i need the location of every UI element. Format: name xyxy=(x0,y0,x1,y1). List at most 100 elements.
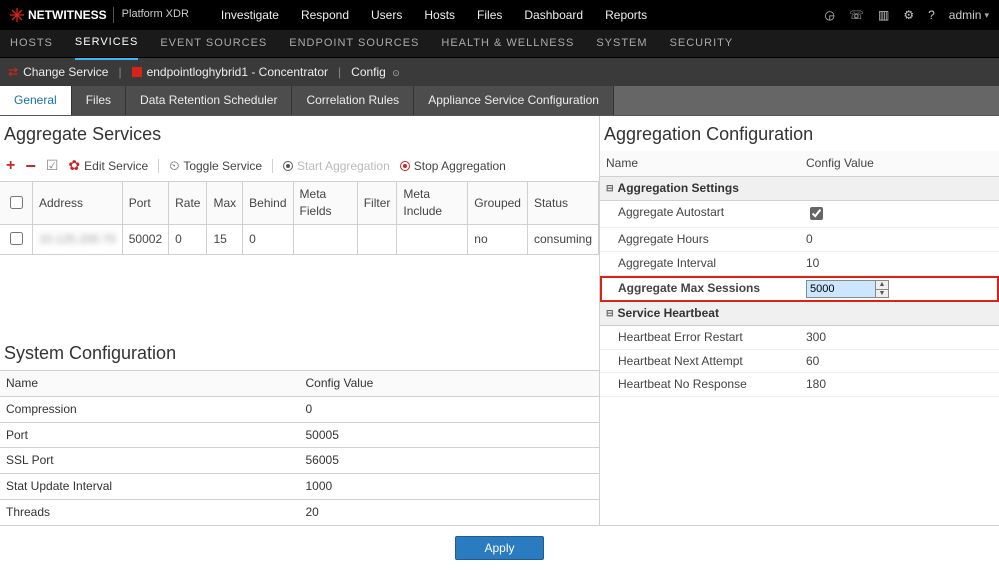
jobs-icon[interactable]: ◶ xyxy=(824,7,834,24)
cfg-row[interactable]: Heartbeat Next Attempt 60 xyxy=(600,350,999,374)
stop-aggregation-button[interactable]: Stop Aggregation xyxy=(400,158,506,175)
tools-icon[interactable]: ⚙ xyxy=(903,7,914,24)
tab-data-retention[interactable]: Data Retention Scheduler xyxy=(126,86,292,115)
cfg-value: 60 xyxy=(806,353,993,370)
col-meta-fields[interactable]: Meta Fields xyxy=(293,182,357,224)
sys-value: 56005 xyxy=(300,448,600,474)
group-aggregation-settings[interactable]: ⊟ Aggregation Settings xyxy=(600,177,999,201)
aggregation-config-title: Aggregation Configuration xyxy=(604,122,999,147)
tab-general[interactable]: General xyxy=(0,86,72,115)
cell-filter xyxy=(357,224,397,254)
col-port[interactable]: Port xyxy=(122,182,168,224)
apply-button[interactable]: Apply xyxy=(455,536,543,560)
tab-appliance-service-config[interactable]: Appliance Service Configuration xyxy=(414,86,614,115)
nav-users[interactable]: Users xyxy=(371,7,402,24)
col-address[interactable]: Address xyxy=(33,182,123,224)
cfg-row[interactable]: Heartbeat Error Restart 300 xyxy=(600,326,999,350)
aggregate-max-sessions-spinner[interactable]: ▲▼ xyxy=(806,280,889,298)
cell-max: 15 xyxy=(207,224,243,254)
table-row[interactable]: 10.125.200.70 50002 0 15 0 no consuming xyxy=(0,224,599,254)
subnav-hosts[interactable]: HOSTS xyxy=(10,29,53,58)
main-split: Aggregate Services + − ☑ ✿Edit Service ⏲… xyxy=(0,116,999,526)
subnav-health[interactable]: HEALTH & WELLNESS xyxy=(441,29,574,58)
col-status[interactable]: Status xyxy=(527,182,598,224)
breadcrumb: ⇄ Change Service | endpointloghybrid1 - … xyxy=(0,58,999,86)
notifications-icon[interactable]: ☏ xyxy=(849,7,864,24)
sys-row[interactable]: Compression0 xyxy=(0,396,599,422)
subnav-security[interactable]: SECURITY xyxy=(670,29,734,58)
row-checkbox[interactable] xyxy=(10,232,23,245)
col-meta-include[interactable]: Meta Include xyxy=(397,182,468,224)
nav-reports[interactable]: Reports xyxy=(605,7,647,24)
edit-service-label: Edit Service xyxy=(84,158,148,175)
sys-name: Stat Update Interval xyxy=(0,474,300,500)
cell-behind: 0 xyxy=(243,224,293,254)
subnav-endpoint-sources[interactable]: ENDPOINT SOURCES xyxy=(289,29,419,58)
spinner-up-icon[interactable]: ▲ xyxy=(876,281,888,289)
subnav-services[interactable]: SERVICES xyxy=(75,28,138,59)
remove-service-button[interactable]: − xyxy=(25,161,36,171)
cfg-name: Aggregate Autostart xyxy=(606,204,806,225)
nav-files[interactable]: Files xyxy=(477,7,502,24)
system-config-title: System Configuration xyxy=(4,341,599,366)
queue-icon[interactable]: ▥ xyxy=(878,7,889,24)
sys-row[interactable]: SSL Port56005 xyxy=(0,448,599,474)
system-config-table: Name Config Value Compression0 Port50005… xyxy=(0,370,599,525)
sys-value: 0 xyxy=(300,396,600,422)
tab-files[interactable]: Files xyxy=(72,86,126,115)
toolbar-right: ◶ ☏ ▥ ⚙ ? admin▾ xyxy=(824,7,989,24)
spinner-down-icon[interactable]: ▼ xyxy=(876,289,888,297)
col-max[interactable]: Max xyxy=(207,182,243,224)
spinner-buttons[interactable]: ▲▼ xyxy=(876,280,889,298)
nav-investigate[interactable]: Investigate xyxy=(221,7,279,24)
nav-dashboard[interactable]: Dashboard xyxy=(524,7,583,24)
sys-row[interactable]: Port50005 xyxy=(0,422,599,448)
concentrator-icon xyxy=(132,67,142,77)
aggregate-services-table: Address Port Rate Max Behind Meta Fields… xyxy=(0,182,599,254)
col-behind[interactable]: Behind xyxy=(243,182,293,224)
aggregate-max-sessions-input[interactable] xyxy=(806,280,876,298)
cfg-name: Aggregate Max Sessions xyxy=(606,280,806,298)
cell-port: 50002 xyxy=(122,224,168,254)
current-page[interactable]: Config ⊙ xyxy=(351,64,400,81)
change-service-label: Change Service xyxy=(23,64,108,81)
edit-service-button[interactable]: ✿Edit Service xyxy=(68,156,148,176)
select-button[interactable]: ☑ xyxy=(46,156,59,176)
admin-subnav: HOSTS SERVICES EVENT SOURCES ENDPOINT SO… xyxy=(0,30,999,58)
col-rate[interactable]: Rate xyxy=(169,182,207,224)
sys-row[interactable]: Threads20 xyxy=(0,500,599,525)
toggle-service-button[interactable]: ⏲Toggle Service xyxy=(169,157,262,175)
cfg-row[interactable]: Aggregate Hours 0 xyxy=(600,228,999,252)
cfg-row-aggregate-max-sessions[interactable]: Aggregate Max Sessions ▲▼ xyxy=(600,276,999,302)
cfg-row[interactable]: Aggregate Autostart xyxy=(600,201,999,229)
group-label: Aggregation Settings xyxy=(618,180,739,197)
primary-navbar: NETWITNESS Platform XDR Investigate Resp… xyxy=(0,0,999,30)
gear-icon: ✿ xyxy=(68,156,80,176)
add-service-button[interactable]: + xyxy=(6,155,15,177)
col-grouped[interactable]: Grouped xyxy=(468,182,528,224)
select-all-checkbox[interactable] xyxy=(10,196,23,209)
cfg-row[interactable]: Aggregate Interval 10 xyxy=(600,252,999,276)
help-icon[interactable]: ? xyxy=(928,7,935,24)
aggregate-services-title: Aggregate Services xyxy=(4,122,599,147)
syscol-value: Config Value xyxy=(300,371,600,397)
start-aggregation-label: Start Aggregation xyxy=(297,158,390,175)
collapse-icon: ⊟ xyxy=(606,182,614,195)
primary-nav-items: Investigate Respond Users Hosts Files Da… xyxy=(221,7,647,24)
group-service-heartbeat[interactable]: ⊟Service Heartbeat xyxy=(600,302,999,326)
subnav-event-sources[interactable]: EVENT SOURCES xyxy=(160,29,267,58)
user-label: admin xyxy=(949,7,982,24)
sys-row[interactable]: Stat Update Interval1000 xyxy=(0,474,599,500)
cfg-value: 180 xyxy=(806,376,993,393)
user-menu[interactable]: admin▾ xyxy=(949,7,989,24)
aggcol-name: Name xyxy=(606,155,806,172)
nav-respond[interactable]: Respond xyxy=(301,7,349,24)
change-service-link[interactable]: ⇄ Change Service xyxy=(8,64,108,81)
aggregate-autostart-checkbox[interactable] xyxy=(810,207,823,220)
current-service[interactable]: endpointloghybrid1 - Concentrator xyxy=(132,64,328,81)
tab-correlation-rules[interactable]: Correlation Rules xyxy=(292,86,414,115)
cfg-row[interactable]: Heartbeat No Response 180 xyxy=(600,373,999,397)
col-filter[interactable]: Filter xyxy=(357,182,397,224)
nav-hosts[interactable]: Hosts xyxy=(424,7,455,24)
subnav-system[interactable]: SYSTEM xyxy=(596,29,647,58)
